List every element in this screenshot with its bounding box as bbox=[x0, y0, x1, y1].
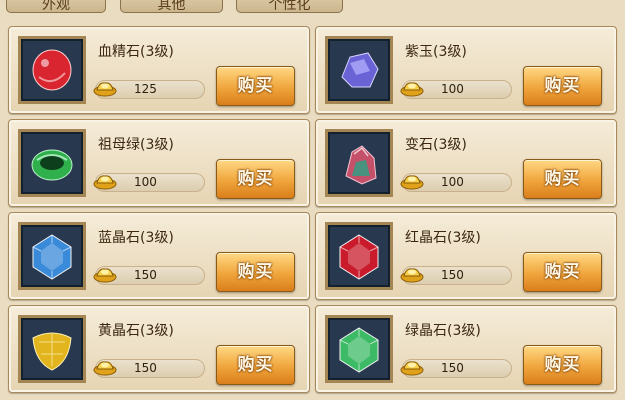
price-bar: 150 bbox=[93, 359, 205, 378]
buy-button[interactable]: 购买 bbox=[216, 252, 295, 292]
item-price: 100 bbox=[134, 175, 157, 189]
shop-item-card: 祖母绿(3级) 100 购买 bbox=[8, 119, 310, 207]
gold-ingot-icon bbox=[400, 82, 424, 97]
price-bar: 150 bbox=[93, 266, 205, 285]
buy-button[interactable]: 购买 bbox=[216, 159, 295, 199]
item-price: 125 bbox=[134, 82, 157, 96]
alexandrite-icon bbox=[345, 145, 377, 185]
tab-bar: 外观 其他 个性化 bbox=[0, 0, 625, 14]
price-bar: 100 bbox=[93, 173, 205, 192]
item-icon-frame[interactable] bbox=[325, 36, 393, 104]
gold-ingot-icon bbox=[93, 361, 117, 376]
shop-item-card: 蓝晶石(3级) 150 购买 bbox=[8, 212, 310, 300]
item-icon-frame[interactable] bbox=[18, 315, 86, 383]
item-icon-frame[interactable] bbox=[18, 36, 86, 104]
price-bar: 125 bbox=[93, 80, 205, 99]
item-name: 变石(3级) bbox=[405, 137, 467, 153]
emerald-ring-icon bbox=[31, 149, 73, 181]
blue-crystal-icon bbox=[32, 234, 72, 280]
price-bar: 150 bbox=[400, 266, 512, 285]
item-name: 紫玉(3级) bbox=[405, 44, 467, 60]
blood-essence-stone-icon bbox=[32, 49, 72, 91]
item-price: 150 bbox=[134, 361, 157, 375]
item-icon-frame[interactable] bbox=[325, 129, 393, 197]
gold-ingot-icon bbox=[400, 175, 424, 190]
item-icon-frame[interactable] bbox=[325, 222, 393, 290]
item-icon-frame[interactable] bbox=[18, 222, 86, 290]
shop-item-card: 血精石(3级) 125 购买 bbox=[8, 26, 310, 114]
price-bar: 100 bbox=[400, 80, 512, 99]
shop-item-card: 变石(3级) 100 购买 bbox=[315, 119, 617, 207]
shop-item-card: 黄晶石(3级) 150 购买 bbox=[8, 305, 310, 393]
gold-ingot-icon bbox=[93, 175, 117, 190]
price-bar: 150 bbox=[400, 359, 512, 378]
gold-ingot-icon bbox=[93, 82, 117, 97]
buy-button[interactable]: 购买 bbox=[523, 252, 602, 292]
item-name: 黄晶石(3级) bbox=[98, 323, 174, 339]
item-name: 绿晶石(3级) bbox=[405, 323, 481, 339]
price-bar: 100 bbox=[400, 173, 512, 192]
yellow-crystal-icon bbox=[32, 332, 72, 371]
buy-button[interactable]: 购买 bbox=[523, 66, 602, 106]
gold-ingot-icon bbox=[400, 361, 424, 376]
item-name: 红晶石(3级) bbox=[405, 230, 481, 246]
red-crystal-icon bbox=[339, 234, 379, 280]
shop-item-card: 红晶石(3级) 150 购买 bbox=[315, 212, 617, 300]
tab-other[interactable]: 其他 bbox=[120, 0, 223, 13]
item-price: 150 bbox=[441, 268, 464, 282]
item-icon-frame[interactable] bbox=[325, 315, 393, 383]
buy-button[interactable]: 购买 bbox=[523, 345, 602, 385]
green-crystal-icon bbox=[339, 327, 379, 373]
buy-button[interactable]: 购买 bbox=[216, 66, 295, 106]
item-icon-frame[interactable] bbox=[18, 129, 86, 197]
item-name: 祖母绿(3级) bbox=[98, 137, 174, 153]
buy-button[interactable]: 购买 bbox=[216, 345, 295, 385]
shop-item-card: 紫玉(3级) 100 购买 bbox=[315, 26, 617, 114]
item-price: 100 bbox=[441, 82, 464, 96]
item-price: 150 bbox=[441, 361, 464, 375]
tab-personalize[interactable]: 个性化 bbox=[236, 0, 343, 13]
item-name: 蓝晶石(3级) bbox=[98, 230, 174, 246]
tab-appearance[interactable]: 外观 bbox=[6, 0, 106, 13]
item-price: 100 bbox=[441, 175, 464, 189]
item-price: 150 bbox=[134, 268, 157, 282]
gold-ingot-icon bbox=[93, 268, 117, 283]
shop-item-card: 绿晶石(3级) 150 购买 bbox=[315, 305, 617, 393]
item-name: 血精石(3级) bbox=[98, 44, 174, 60]
buy-button[interactable]: 购买 bbox=[523, 159, 602, 199]
gold-ingot-icon bbox=[400, 268, 424, 283]
purple-jade-icon bbox=[341, 52, 379, 88]
